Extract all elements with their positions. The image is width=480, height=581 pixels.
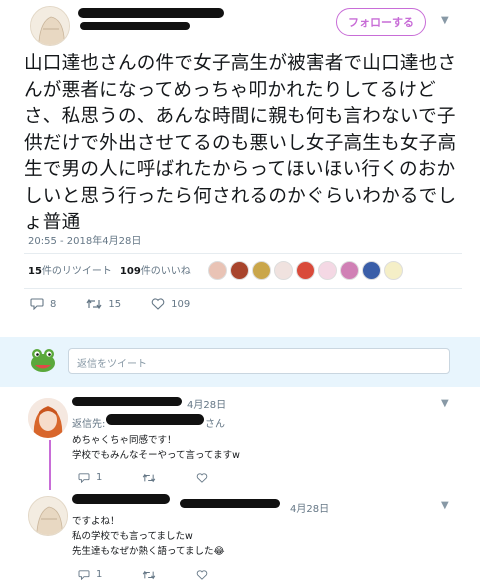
reply-text: ですよね！ 私の学校でも言ってましたw 先生達もなぜか熱く語ってました😂 [72, 514, 225, 559]
reply-icon [78, 569, 90, 580]
reply-to-handle-redacted [106, 414, 204, 425]
retweet-button[interactable]: 15 [86, 298, 121, 310]
like-icon [151, 298, 165, 310]
author-avatar[interactable] [30, 6, 70, 46]
liker-avatar[interactable] [274, 261, 293, 280]
reply-to-prefix: 返信先: [72, 419, 106, 430]
retweet-button[interactable] [142, 570, 156, 580]
reply-line: 先生達もなぜか熱く語ってました😂 [72, 546, 225, 557]
reply-line: ですよね！ [72, 516, 120, 527]
reply-author-name-redacted [72, 494, 170, 504]
reply-text: めちゃくちゃ同感です！ 学校でもみんなそーやって言ってますw [72, 433, 240, 463]
like-icon [197, 472, 208, 483]
tweet-text: 山口達也さんの件で女子高生が被害者で山口達也さんが悪者になってめっちゃ叩かれたり… [24, 53, 457, 233]
liker-avatars [208, 261, 403, 280]
divider [24, 288, 462, 289]
like-icon [197, 569, 208, 580]
reply-author-name-redacted [72, 397, 182, 406]
tweet-actions: 8 15 109 [30, 298, 220, 310]
like-button[interactable]: 109 [151, 298, 190, 310]
liker-avatar[interactable] [340, 261, 359, 280]
author-handle-redacted [80, 22, 190, 30]
reply-author-avatar[interactable] [28, 398, 68, 438]
reply-actions: 1 [78, 472, 238, 483]
liker-avatar[interactable] [296, 261, 315, 280]
divider [24, 253, 462, 254]
tweet-timestamp[interactable]: 20:55 - 2018年4月28日 [28, 232, 141, 247]
reply-line: 私の学校でも言ってましたw [72, 531, 193, 542]
reply-line: めちゃくちゃ同感です！ [72, 435, 177, 446]
chevron-down-icon[interactable]: ▼ [441, 500, 449, 511]
reply-line: 学校でもみんなそーやって言ってますw [72, 450, 240, 461]
liker-avatar[interactable] [208, 261, 227, 280]
like-button[interactable] [196, 569, 208, 580]
reply-icon [78, 472, 90, 483]
liker-avatar[interactable] [362, 261, 381, 280]
reply-icon [30, 298, 44, 310]
reply-date[interactable]: 4月28日 [290, 500, 329, 515]
retweet-icon [86, 298, 102, 310]
like-button[interactable] [196, 472, 208, 483]
liker-avatar[interactable] [230, 261, 249, 280]
retweet-icon [143, 570, 156, 579]
retweet-icon [143, 473, 156, 482]
follow-button[interactable]: フォローする [336, 8, 426, 36]
chevron-down-icon[interactable]: ▼ [441, 398, 449, 409]
retweet-button[interactable] [142, 473, 156, 483]
reply-button[interactable]: 1 [78, 472, 102, 483]
reply-to-suffix: さん [205, 419, 225, 430]
reply-date[interactable]: 4月28日 [187, 396, 226, 411]
reply-input[interactable]: 返信をツイート [68, 348, 450, 374]
author-name-redacted [78, 8, 224, 18]
reply-author-avatar[interactable] [28, 496, 68, 536]
liker-avatar[interactable] [384, 261, 403, 280]
reply-button[interactable]: 8 [30, 298, 56, 310]
reply-author-handle-redacted [180, 499, 280, 508]
chevron-down-icon[interactable]: ▼ [441, 15, 449, 26]
like-stat[interactable]: 109件のいいね [120, 262, 191, 277]
tweet-stats: 15件のリツイート 109件のいいね [28, 262, 191, 277]
retweet-stat[interactable]: 15件のリツイート [28, 262, 112, 277]
reply-button[interactable]: 1 [78, 569, 102, 580]
reply-actions: 1 [78, 569, 238, 580]
liker-avatar[interactable] [252, 261, 271, 280]
liker-avatar[interactable] [318, 261, 337, 280]
frog-avatar-icon [31, 349, 55, 372]
thread-line [49, 440, 51, 490]
